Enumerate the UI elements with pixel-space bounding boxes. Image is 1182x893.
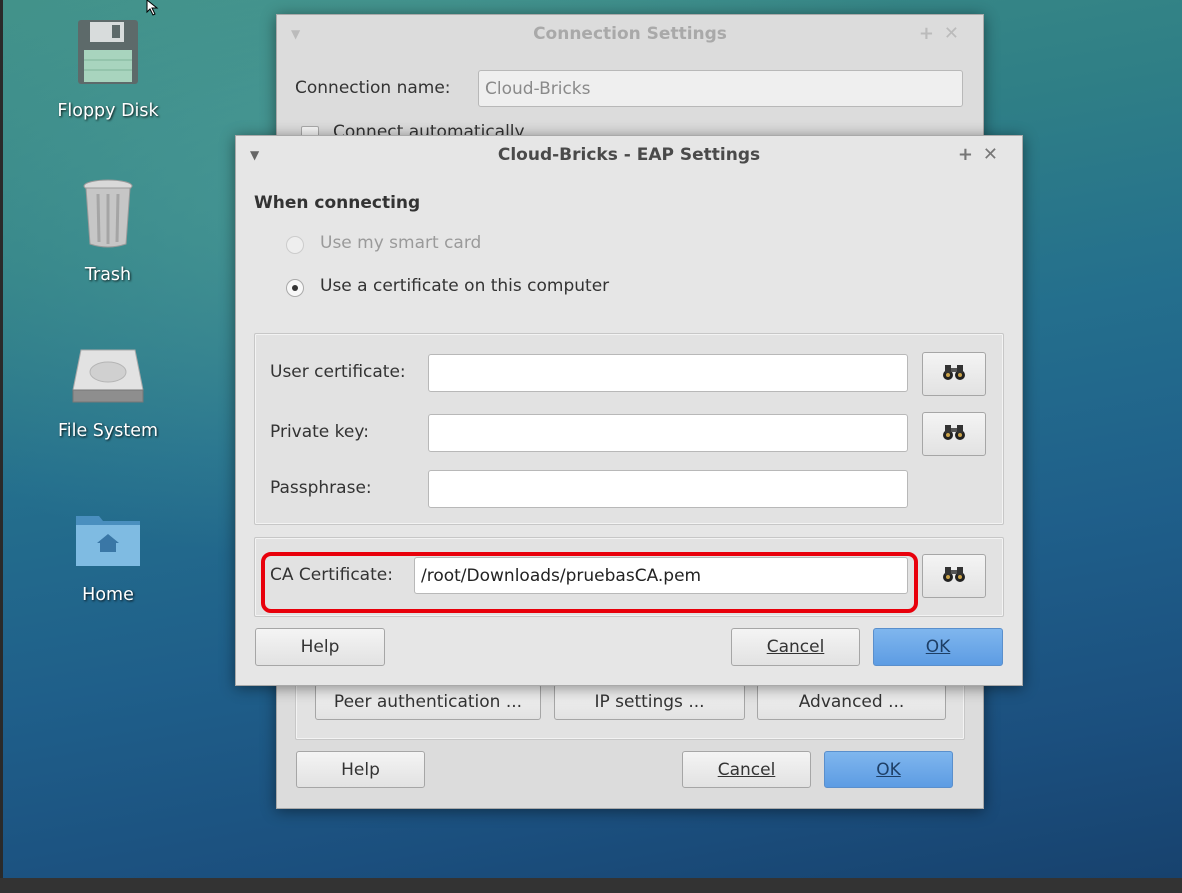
browse-user-certificate-button[interactable] [922, 352, 986, 396]
smart-card-radio[interactable] [286, 236, 304, 254]
user-certificate-label: User certificate: [270, 362, 406, 382]
user-certificate-field[interactable] [428, 354, 908, 392]
advanced-button[interactable]: Advanced ... [757, 684, 946, 720]
ip-settings-button[interactable]: IP settings ... [554, 684, 745, 720]
desktop-icon-file-system[interactable]: File System [48, 346, 168, 441]
desktop-icon-label: Home [82, 585, 134, 605]
maximize-icon[interactable]: + [958, 144, 983, 165]
window-menu-icon[interactable]: ▼ [250, 136, 259, 174]
window-titlebar[interactable]: ▼ Cloud-Bricks - EAP Settings +✕ [236, 136, 1022, 174]
close-icon[interactable]: ✕ [944, 23, 969, 44]
binoculars-icon [942, 565, 966, 588]
window-menu-icon[interactable]: ▼ [291, 15, 300, 53]
window-controls: +✕ [958, 136, 1008, 174]
smart-card-radio-label: Use my smart card [320, 233, 482, 253]
private-key-label: Private key: [270, 422, 369, 442]
close-icon[interactable]: ✕ [983, 144, 1008, 165]
maximize-icon[interactable]: + [919, 23, 944, 44]
window-title: Cloud-Bricks - EAP Settings [497, 145, 761, 165]
connection-name-field[interactable] [478, 70, 963, 107]
desktop-icon-floppy-disk[interactable]: Floppy Disk [48, 18, 168, 121]
ok-button[interactable]: OK [824, 751, 953, 788]
floppy-disk-icon [48, 18, 168, 91]
browse-private-key-button[interactable] [922, 412, 986, 456]
binoculars-icon [942, 363, 966, 386]
connection-name-label: Connection name: [295, 78, 451, 98]
window-title: Connection Settings [533, 24, 727, 44]
ok-button[interactable]: OK [873, 628, 1003, 666]
private-key-field[interactable] [428, 414, 908, 452]
cancel-button[interactable]: Cancel [731, 628, 860, 666]
passphrase-field[interactable] [428, 470, 908, 508]
desktop-icon-trash[interactable]: Trash [48, 178, 168, 285]
section-heading: When connecting [254, 193, 421, 213]
desktop-icon-label: Floppy Disk [57, 101, 159, 121]
home-folder-icon [48, 510, 168, 575]
taskbar-strip [0, 878, 1182, 893]
window-controls: +✕ [919, 15, 969, 53]
window-titlebar[interactable]: ▼ Connection Settings +✕ [277, 15, 983, 53]
browse-ca-certificate-button[interactable] [922, 554, 986, 598]
desktop-icon-label: Trash [84, 265, 132, 285]
certificate-radio[interactable] [286, 279, 304, 297]
help-button[interactable]: Help [255, 628, 385, 666]
hard-drive-icon [48, 346, 168, 411]
eap-settings-window: ▼ Cloud-Bricks - EAP Settings +✕ When co… [235, 135, 1023, 686]
ca-certificate-field[interactable] [414, 557, 908, 594]
cancel-button[interactable]: Cancel [682, 751, 811, 788]
mouse-cursor-icon [146, 0, 162, 21]
desktop-icon-home[interactable]: Home [48, 510, 168, 605]
help-button[interactable]: Help [296, 751, 425, 788]
desktop-icon-label: File System [57, 421, 159, 441]
binoculars-icon [942, 423, 966, 446]
trash-icon [48, 178, 168, 255]
passphrase-label: Passphrase: [270, 478, 372, 498]
ca-certificate-label: CA Certificate: [270, 565, 393, 585]
certificate-radio-label: Use a certificate on this computer [320, 276, 610, 296]
peer-authentication-button[interactable]: Peer authentication ... [315, 684, 541, 720]
